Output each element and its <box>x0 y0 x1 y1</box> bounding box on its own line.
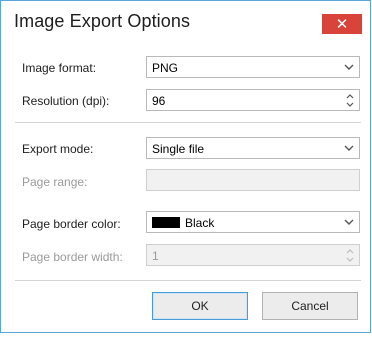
page-border-width-spin-buttons <box>341 245 359 265</box>
close-button[interactable]: ✕ <box>322 14 362 34</box>
resolution-spin-buttons[interactable] <box>341 90 359 110</box>
page-range-label: Page range: <box>22 175 88 189</box>
spin-down-icon <box>345 255 355 263</box>
resolution-spinner[interactable]: 96 <box>146 89 360 111</box>
separator <box>15 122 361 123</box>
dialog-title: Image Export Options <box>14 11 191 31</box>
color-swatch <box>152 217 180 228</box>
spin-down-icon[interactable] <box>345 100 355 108</box>
export-mode-value: Single file <box>152 142 205 156</box>
export-mode-label: Export mode: <box>22 142 94 156</box>
resolution-label: Resolution (dpi): <box>22 94 110 108</box>
page-border-width-label: Page border width: <box>22 250 123 264</box>
export-mode-select[interactable]: Single file <box>146 137 360 159</box>
image-format-value: PNG <box>152 61 179 75</box>
chevron-down-icon[interactable] <box>339 212 359 232</box>
separator <box>15 280 361 281</box>
image-format-label: Image format: <box>22 61 97 75</box>
spin-up-icon[interactable] <box>345 92 355 100</box>
page-border-color-select[interactable]: Black <box>146 211 360 233</box>
cancel-button[interactable]: Cancel <box>262 292 358 320</box>
page-border-color-value: Black <box>185 216 215 230</box>
page-border-width-spinner: 1 <box>146 244 360 266</box>
spin-up-icon <box>345 247 355 255</box>
title-bar: Image Export Options ✕ <box>1 1 370 43</box>
image-export-dialog: Image Export Options ✕ Image format: PNG… <box>0 0 371 333</box>
chevron-down-icon[interactable] <box>339 138 359 158</box>
resolution-value: 96 <box>152 94 166 108</box>
page-border-width-value: 1 <box>152 249 159 263</box>
image-format-select[interactable]: PNG <box>146 56 360 78</box>
page-border-color-label: Page border color: <box>22 217 121 231</box>
page-range-input <box>146 169 360 191</box>
close-icon: ✕ <box>335 15 349 33</box>
ok-button[interactable]: OK <box>152 292 248 320</box>
chevron-down-icon[interactable] <box>339 57 359 77</box>
